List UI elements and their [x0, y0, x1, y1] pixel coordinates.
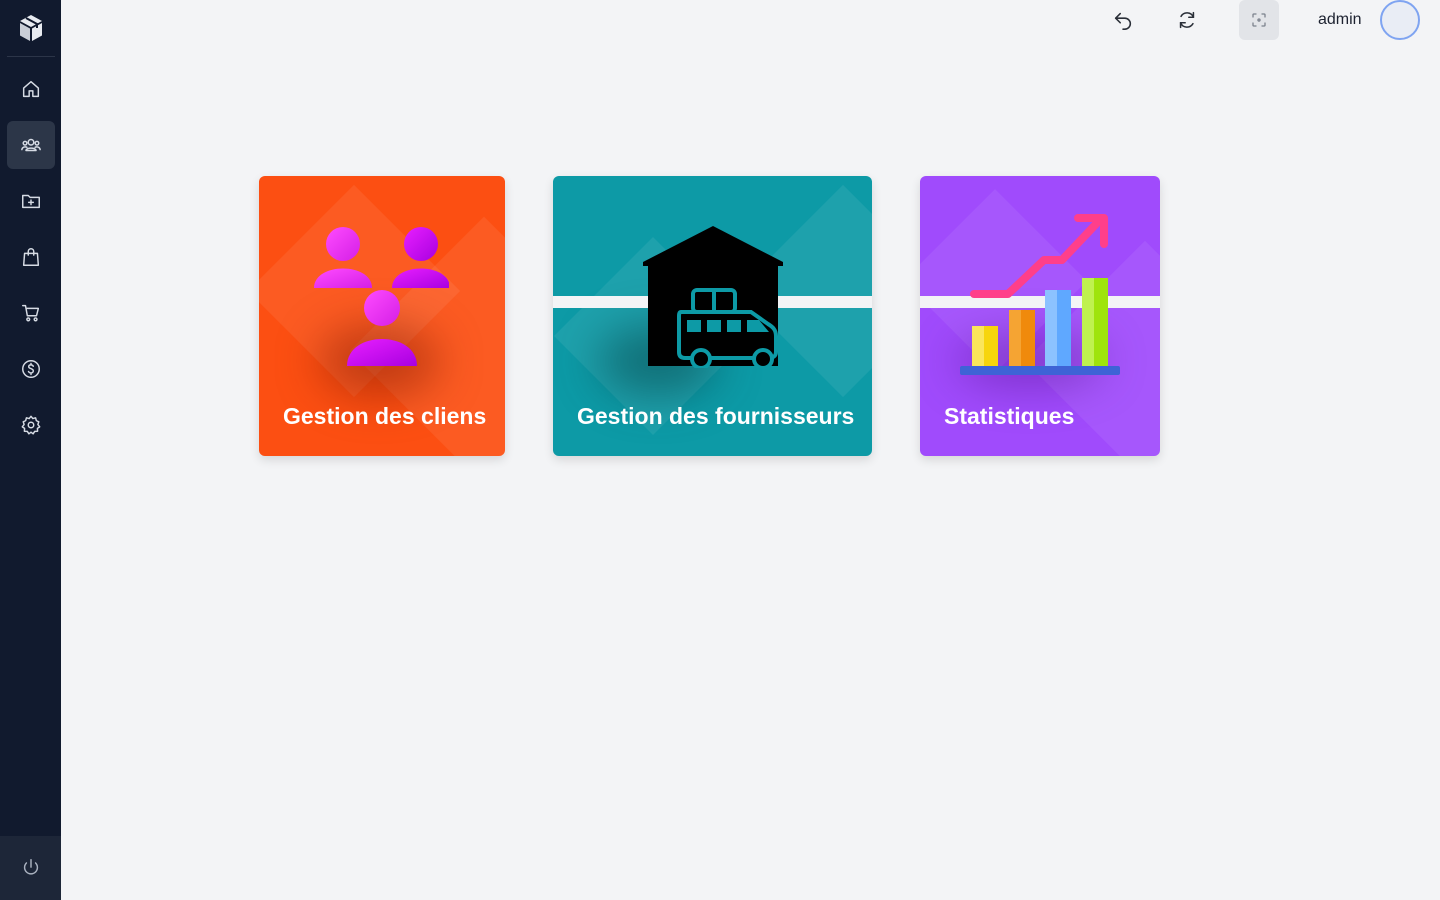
undo-button[interactable] — [1103, 0, 1143, 40]
cart-icon — [22, 304, 40, 322]
sidebar — [0, 0, 61, 900]
refresh-button[interactable] — [1167, 0, 1207, 40]
home-icon — [22, 80, 40, 98]
shopping-bag-icon — [22, 248, 40, 266]
warehouse-truck-illustration — [643, 226, 783, 368]
dollar-icon — [22, 360, 40, 378]
logout-button[interactable] — [0, 836, 61, 900]
sidebar-item-folder[interactable] — [7, 177, 55, 225]
folder-plus-icon — [22, 194, 40, 209]
sidebar-divider — [7, 56, 55, 57]
username[interactable]: admin — [1318, 10, 1362, 30]
users-icon — [21, 138, 41, 152]
card-suppliers[interactable]: Gestion des fournisseurs — [553, 176, 872, 456]
sidebar-item-home[interactable] — [7, 65, 55, 113]
sidebar-item-finance[interactable] — [7, 345, 55, 393]
avatar[interactable] — [1380, 0, 1420, 40]
focus-icon — [1252, 13, 1266, 27]
sidebar-item-cart[interactable] — [7, 289, 55, 337]
sidebar-item-users[interactable] — [7, 121, 55, 169]
card-clients[interactable]: Gestion des cliens — [259, 176, 505, 456]
card-title: Gestion des cliens — [283, 403, 487, 429]
card-stats[interactable]: Statistiques — [920, 176, 1160, 456]
undo-icon — [1114, 12, 1132, 30]
sidebar-item-settings[interactable] — [7, 401, 55, 449]
focus-button[interactable] — [1239, 0, 1279, 40]
bar-chart-illustration — [960, 214, 1120, 375]
settings-icon — [21, 415, 41, 435]
clients-illustration — [314, 227, 449, 366]
sidebar-item-shop[interactable] — [7, 233, 55, 281]
refresh-icon — [1179, 11, 1195, 29]
power-icon — [23, 859, 38, 875]
cube-logo-icon[interactable] — [0, 0, 61, 56]
card-title: Gestion des fournisseurs — [577, 403, 855, 429]
card-title: Statistiques — [944, 403, 1075, 429]
